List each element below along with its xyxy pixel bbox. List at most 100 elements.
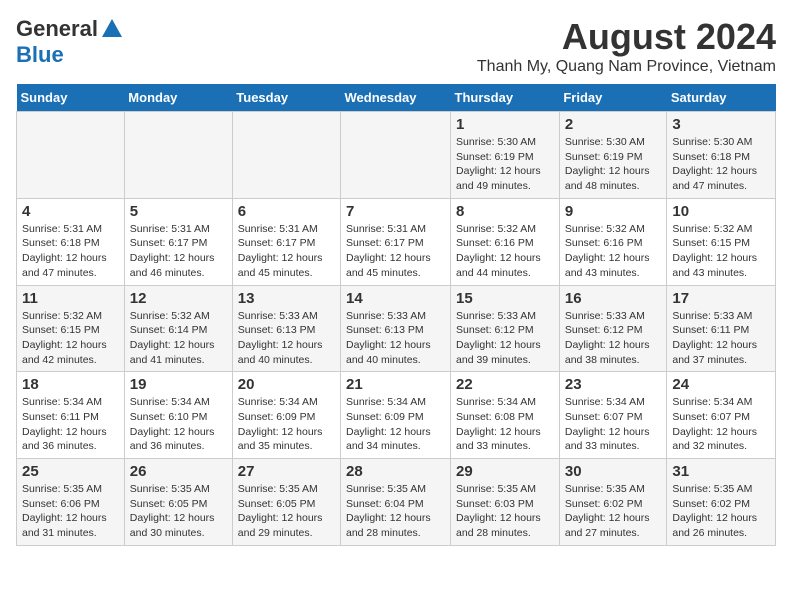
day-of-week-header: Wednesday xyxy=(341,84,451,112)
day-number: 26 xyxy=(130,463,227,480)
day-of-week-header: Thursday xyxy=(451,84,560,112)
day-detail: Sunrise: 5:34 AM Sunset: 6:08 PM Dayligh… xyxy=(456,396,541,452)
day-detail: Sunrise: 5:34 AM Sunset: 6:09 PM Dayligh… xyxy=(238,396,323,452)
day-number: 17 xyxy=(672,290,770,307)
calendar-cell: 21 Sunrise: 5:34 AM Sunset: 6:09 PM Dayli… xyxy=(341,372,451,459)
day-detail: Sunrise: 5:33 AM Sunset: 6:13 PM Dayligh… xyxy=(238,310,323,366)
calendar-cell: 2 Sunrise: 5:30 AM Sunset: 6:19 PM Daylig… xyxy=(559,112,667,199)
day-number: 20 xyxy=(238,376,335,393)
day-detail: Sunrise: 5:34 AM Sunset: 6:09 PM Dayligh… xyxy=(346,396,431,452)
day-number: 18 xyxy=(22,376,119,393)
day-detail: Sunrise: 5:34 AM Sunset: 6:07 PM Dayligh… xyxy=(565,396,650,452)
day-of-week-header: Sunday xyxy=(17,84,125,112)
day-detail: Sunrise: 5:30 AM Sunset: 6:19 PM Dayligh… xyxy=(456,136,541,192)
day-number: 22 xyxy=(456,376,554,393)
calendar-cell: 8 Sunrise: 5:32 AM Sunset: 6:16 PM Daylig… xyxy=(451,198,560,285)
day-number: 10 xyxy=(672,203,770,220)
day-detail: Sunrise: 5:31 AM Sunset: 6:17 PM Dayligh… xyxy=(346,223,431,279)
day-number: 8 xyxy=(456,203,554,220)
calendar-cell: 31 Sunrise: 5:35 AM Sunset: 6:02 PM Dayli… xyxy=(667,459,776,546)
calendar-cell: 1Sunrise: 5:30 AM Sunset: 6:19 PM Daylig… xyxy=(451,112,560,199)
calendar-cell: 3 Sunrise: 5:30 AM Sunset: 6:18 PM Daylig… xyxy=(667,112,776,199)
day-detail: Sunrise: 5:30 AM Sunset: 6:19 PM Dayligh… xyxy=(565,136,650,192)
day-number: 3 xyxy=(672,116,770,133)
calendar-week-row: 11Sunrise: 5:32 AM Sunset: 6:15 PM Dayli… xyxy=(17,285,776,372)
day-detail: Sunrise: 5:31 AM Sunset: 6:17 PM Dayligh… xyxy=(238,223,323,279)
logo: General Blue xyxy=(16,16,124,68)
calendar-cell: 14 Sunrise: 5:33 AM Sunset: 6:13 PM Dayli… xyxy=(341,285,451,372)
calendar-cell: 10 Sunrise: 5:32 AM Sunset: 6:15 PM Dayli… xyxy=(667,198,776,285)
day-number: 24 xyxy=(672,376,770,393)
day-number: 9 xyxy=(565,203,662,220)
calendar-cell: 17 Sunrise: 5:33 AM Sunset: 6:11 PM Dayli… xyxy=(667,285,776,372)
day-number: 2 xyxy=(565,116,662,133)
day-number: 5 xyxy=(130,203,227,220)
logo-general: General xyxy=(16,16,98,42)
calendar-cell: 22 Sunrise: 5:34 AM Sunset: 6:08 PM Dayli… xyxy=(451,372,560,459)
title-area: August 2024 Thanh My, Quang Nam Province… xyxy=(477,16,776,76)
calendar-cell: 4 Sunrise: 5:31 AM Sunset: 6:18 PM Daylig… xyxy=(17,198,125,285)
day-number: 7 xyxy=(346,203,445,220)
calendar-cell: 26 Sunrise: 5:35 AM Sunset: 6:05 PM Dayli… xyxy=(124,459,232,546)
calendar-cell: 29Sunrise: 5:35 AM Sunset: 6:03 PM Dayli… xyxy=(451,459,560,546)
day-detail: Sunrise: 5:31 AM Sunset: 6:18 PM Dayligh… xyxy=(22,223,107,279)
day-number: 21 xyxy=(346,376,445,393)
day-detail: Sunrise: 5:32 AM Sunset: 6:16 PM Dayligh… xyxy=(565,223,650,279)
calendar-cell: 28Sunrise: 5:35 AM Sunset: 6:04 PM Dayli… xyxy=(341,459,451,546)
day-number: 13 xyxy=(238,290,335,307)
day-detail: Sunrise: 5:32 AM Sunset: 6:15 PM Dayligh… xyxy=(672,223,757,279)
day-detail: Sunrise: 5:30 AM Sunset: 6:18 PM Dayligh… xyxy=(672,136,757,192)
calendar-cell: 24 Sunrise: 5:34 AM Sunset: 6:07 PM Dayli… xyxy=(667,372,776,459)
calendar-cell: 30Sunrise: 5:35 AM Sunset: 6:02 PM Dayli… xyxy=(559,459,667,546)
day-of-week-header: Monday xyxy=(124,84,232,112)
day-detail: Sunrise: 5:32 AM Sunset: 6:16 PM Dayligh… xyxy=(456,223,541,279)
day-detail: Sunrise: 5:35 AM Sunset: 6:02 PM Dayligh… xyxy=(672,483,757,539)
calendar-header-row: SundayMondayTuesdayWednesdayThursdayFrid… xyxy=(17,84,776,112)
day-detail: Sunrise: 5:35 AM Sunset: 6:05 PM Dayligh… xyxy=(130,483,215,539)
subtitle: Thanh My, Quang Nam Province, Vietnam xyxy=(477,58,776,76)
day-number: 12 xyxy=(130,290,227,307)
calendar-cell xyxy=(232,112,340,199)
day-number: 4 xyxy=(22,203,119,220)
calendar-cell: 20 Sunrise: 5:34 AM Sunset: 6:09 PM Dayli… xyxy=(232,372,340,459)
calendar-cell: 5Sunrise: 5:31 AM Sunset: 6:17 PM Daylig… xyxy=(124,198,232,285)
calendar-cell: 7 Sunrise: 5:31 AM Sunset: 6:17 PM Daylig… xyxy=(341,198,451,285)
day-number: 14 xyxy=(346,290,445,307)
calendar-cell: 6 Sunrise: 5:31 AM Sunset: 6:17 PM Daylig… xyxy=(232,198,340,285)
main-title: August 2024 xyxy=(477,16,776,58)
day-number: 30 xyxy=(565,463,662,480)
calendar-cell: 27Sunrise: 5:35 AM Sunset: 6:05 PM Dayli… xyxy=(232,459,340,546)
calendar-cell xyxy=(124,112,232,199)
day-detail: Sunrise: 5:34 AM Sunset: 6:11 PM Dayligh… xyxy=(22,396,107,452)
day-of-week-header: Saturday xyxy=(667,84,776,112)
calendar-cell: 11Sunrise: 5:32 AM Sunset: 6:15 PM Dayli… xyxy=(17,285,125,372)
calendar-table: SundayMondayTuesdayWednesdayThursdayFrid… xyxy=(16,84,776,546)
day-detail: Sunrise: 5:32 AM Sunset: 6:14 PM Dayligh… xyxy=(130,310,215,366)
calendar-cell: 19 Sunrise: 5:34 AM Sunset: 6:10 PM Dayli… xyxy=(124,372,232,459)
calendar-week-row: 25Sunrise: 5:35 AM Sunset: 6:06 PM Dayli… xyxy=(17,459,776,546)
calendar-cell: 23Sunrise: 5:34 AM Sunset: 6:07 PM Dayli… xyxy=(559,372,667,459)
logo-icon xyxy=(100,17,124,41)
day-of-week-header: Friday xyxy=(559,84,667,112)
day-detail: Sunrise: 5:33 AM Sunset: 6:12 PM Dayligh… xyxy=(456,310,541,366)
day-number: 28 xyxy=(346,463,445,480)
calendar-cell xyxy=(17,112,125,199)
day-detail: Sunrise: 5:34 AM Sunset: 6:10 PM Dayligh… xyxy=(130,396,215,452)
day-detail: Sunrise: 5:34 AM Sunset: 6:07 PM Dayligh… xyxy=(672,396,757,452)
calendar-cell: 9 Sunrise: 5:32 AM Sunset: 6:16 PM Daylig… xyxy=(559,198,667,285)
day-number: 19 xyxy=(130,376,227,393)
calendar-cell: 15Sunrise: 5:33 AM Sunset: 6:12 PM Dayli… xyxy=(451,285,560,372)
day-detail: Sunrise: 5:35 AM Sunset: 6:06 PM Dayligh… xyxy=(22,483,107,539)
calendar-cell: 25Sunrise: 5:35 AM Sunset: 6:06 PM Dayli… xyxy=(17,459,125,546)
day-detail: Sunrise: 5:35 AM Sunset: 6:05 PM Dayligh… xyxy=(238,483,323,539)
day-detail: Sunrise: 5:33 AM Sunset: 6:12 PM Dayligh… xyxy=(565,310,650,366)
day-detail: Sunrise: 5:33 AM Sunset: 6:11 PM Dayligh… xyxy=(672,310,757,366)
day-of-week-header: Tuesday xyxy=(232,84,340,112)
day-number: 6 xyxy=(238,203,335,220)
day-detail: Sunrise: 5:33 AM Sunset: 6:13 PM Dayligh… xyxy=(346,310,431,366)
day-number: 31 xyxy=(672,463,770,480)
calendar-cell: 13 Sunrise: 5:33 AM Sunset: 6:13 PM Dayli… xyxy=(232,285,340,372)
calendar-week-row: 1Sunrise: 5:30 AM Sunset: 6:19 PM Daylig… xyxy=(17,112,776,199)
calendar-week-row: 4 Sunrise: 5:31 AM Sunset: 6:18 PM Daylig… xyxy=(17,198,776,285)
calendar-cell: 12 Sunrise: 5:32 AM Sunset: 6:14 PM Dayli… xyxy=(124,285,232,372)
